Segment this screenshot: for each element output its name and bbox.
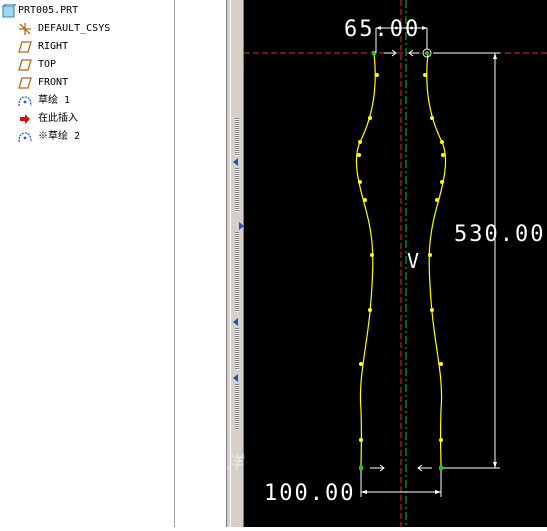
tree-item-label: DEFAULT_CSYS (38, 23, 111, 34)
tree-item-label: ※草绘 2 (38, 131, 81, 142)
dimension-height-value[interactable]: 530.00 (454, 222, 545, 247)
tree-item-label: TOP (38, 59, 57, 70)
direction-arrow-icon (417, 464, 432, 472)
direction-arrow-icon (384, 49, 397, 57)
collapse-left-icon[interactable] (233, 318, 238, 326)
tree-item-label: FRONT (38, 77, 69, 88)
sketch-graphics: 65.00 530.00 V 100.00 (244, 0, 547, 527)
left-profile-spline[interactable] (355, 52, 376, 469)
dimension-bottom-value[interactable]: 100.00 (264, 481, 355, 506)
collapse-left-icon[interactable] (233, 374, 238, 382)
sketch-icon (18, 96, 32, 107)
vertical-constraint-symbol: V (407, 249, 419, 273)
sash-grip (235, 232, 239, 312)
tree-item-label: 在此插入 (38, 113, 78, 124)
tree-item-label: 草绘 1 (38, 95, 71, 106)
sash-grip (235, 168, 239, 212)
collapse-left-icon[interactable] (233, 158, 238, 166)
csys-icon (19, 23, 31, 35)
tree-item-label: RIGHT (38, 41, 69, 52)
tree-item-label: PRT005.PRT (18, 5, 79, 16)
direction-arrow-icon (370, 464, 385, 472)
sketch-icon (18, 132, 32, 143)
datum-plane-icon (18, 59, 32, 71)
right-profile-spline[interactable] (426, 52, 447, 469)
endpoint[interactable] (359, 466, 363, 470)
direction-arrow-icon (408, 49, 419, 57)
dimension-top-value[interactable]: 65.00 (344, 17, 420, 42)
model-tree: PRT005.PRT DEFAULT_CSYS RIGHT TOP FRONT … (0, 0, 175, 527)
part-icon (2, 4, 16, 18)
insert-here-arrow-icon (20, 114, 30, 124)
endpoint[interactable] (439, 466, 443, 470)
sash-grip (235, 118, 239, 156)
datum-plane-icon (18, 77, 32, 89)
sash-grip (235, 384, 239, 430)
sketch-canvas[interactable]: 65.00 530.00 V 100.00 (244, 0, 547, 527)
watermark-logo: 太平洋 (188, 453, 245, 473)
endpoint[interactable] (372, 51, 376, 55)
sash-grip (235, 328, 239, 370)
datum-plane-icon (18, 41, 32, 53)
